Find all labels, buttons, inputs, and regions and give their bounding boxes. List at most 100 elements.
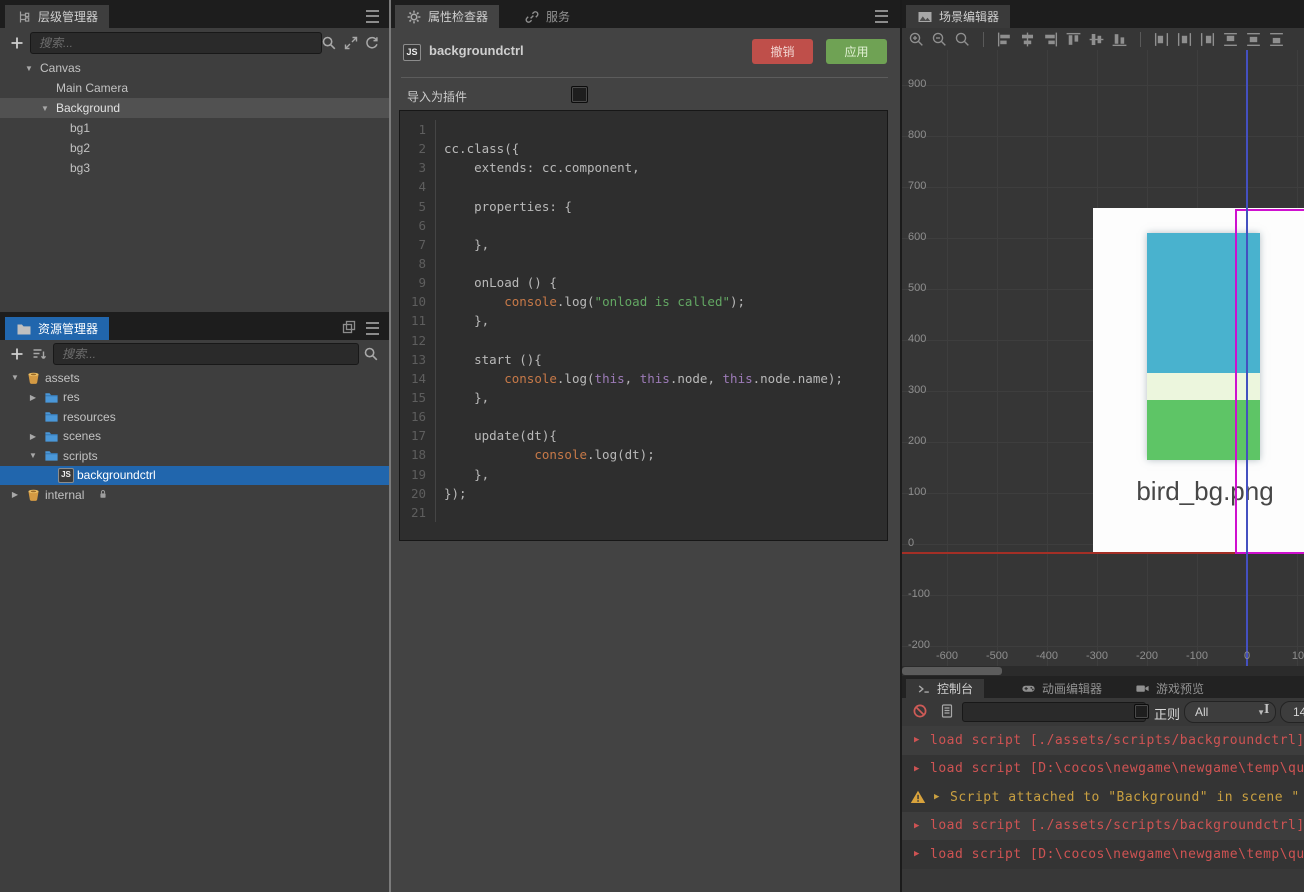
code-text: }, bbox=[436, 388, 489, 407]
asset-node-resources[interactable]: resources bbox=[0, 407, 389, 427]
tree-expand-icon[interactable]: ▶ bbox=[28, 393, 38, 402]
hierarchy-search-input[interactable] bbox=[30, 32, 322, 54]
align-bottom-icon[interactable] bbox=[1111, 31, 1128, 48]
tab-inspector[interactable]: 属性检查器 bbox=[395, 5, 499, 28]
hierarchy-node-bg1[interactable]: bg1 bbox=[0, 118, 389, 138]
log-expand-icon[interactable]: ▶ bbox=[914, 821, 920, 831]
console-filter-input[interactable] bbox=[962, 702, 1146, 722]
collapse-log-icon[interactable] bbox=[939, 703, 955, 719]
align-right-icon[interactable] bbox=[1042, 31, 1059, 48]
dist-center-v-icon[interactable] bbox=[1245, 31, 1262, 48]
tree-collapse-icon[interactable]: ▼ bbox=[28, 451, 38, 460]
log-expand-icon[interactable]: ▶ bbox=[914, 849, 920, 859]
code-line: 12 bbox=[400, 331, 887, 350]
popout-icon[interactable] bbox=[341, 319, 357, 335]
inspector-menu-icon[interactable] bbox=[875, 10, 888, 23]
dist-left-icon[interactable] bbox=[1153, 31, 1170, 48]
hierarchy-menu-icon[interactable] bbox=[366, 10, 379, 23]
zoom-one-icon[interactable] bbox=[954, 31, 971, 48]
tab-scene[interactable]: 场景编辑器 bbox=[906, 5, 1010, 28]
tab-hierarchy[interactable]: 层级管理器 bbox=[5, 5, 109, 28]
zoom-in-icon[interactable] bbox=[908, 31, 925, 48]
dist-top-icon[interactable] bbox=[1222, 31, 1239, 48]
log-expand-icon[interactable]: ▶ bbox=[914, 735, 920, 745]
code-line: 8 bbox=[400, 254, 887, 273]
import-as-plugin-checkbox[interactable] bbox=[571, 86, 588, 103]
tab-service[interactable]: 服务 bbox=[513, 5, 581, 28]
console-log-row[interactable]: ▶load script [D:\cocos\newgame\newgame\t… bbox=[902, 840, 1304, 869]
inspector-tabbar: 属性检查器 服务 bbox=[391, 0, 900, 28]
font-size-field[interactable]: 14 bbox=[1280, 701, 1304, 723]
toolbar-separator bbox=[983, 32, 984, 47]
asset-node-backgroundctrl[interactable]: JSbackgroundctrl bbox=[0, 466, 389, 486]
tab-animation-editor[interactable]: 动画编辑器 bbox=[1010, 679, 1113, 698]
hierarchy-node-main-camera[interactable]: Main Camera bbox=[0, 78, 389, 98]
align-center-v-icon[interactable] bbox=[1088, 31, 1105, 48]
hierarchy-node-canvas[interactable]: ▼Canvas bbox=[0, 58, 389, 78]
line-number: 21 bbox=[400, 503, 436, 522]
dist-center-h-icon[interactable] bbox=[1176, 31, 1193, 48]
dist-right-icon[interactable] bbox=[1199, 31, 1216, 48]
assets-menu-icon[interactable] bbox=[366, 322, 379, 335]
log-level-dropdown[interactable]: All ▼ bbox=[1184, 701, 1276, 723]
code-line: 10 console.log("onload is called"); bbox=[400, 292, 887, 311]
asset-node-assets[interactable]: ▼assets bbox=[0, 368, 389, 388]
create-asset-button[interactable] bbox=[9, 346, 25, 362]
scene-viewport[interactable]: bird_bg.png 9008007006005004003002001000… bbox=[902, 50, 1304, 666]
code-line: 14 console.log(this, this.node, this.nod… bbox=[400, 369, 887, 388]
code-line: 13 start (){ bbox=[400, 350, 887, 369]
asset-node-scenes[interactable]: ▶scenes bbox=[0, 427, 389, 447]
code-editor[interactable]: 12cc.class({3 extends: cc.component,45 p… bbox=[399, 110, 888, 541]
align-center-h-icon[interactable] bbox=[1019, 31, 1036, 48]
log-expand-icon[interactable]: ▶ bbox=[934, 792, 940, 802]
code-text bbox=[436, 407, 444, 426]
align-left-icon[interactable] bbox=[996, 31, 1013, 48]
tree-collapse-icon[interactable]: ▼ bbox=[40, 104, 50, 113]
hierarchy-node-bg2[interactable]: bg2 bbox=[0, 138, 389, 158]
undo-button[interactable]: 撤销 bbox=[752, 39, 813, 64]
y-axis-line bbox=[1246, 50, 1248, 666]
dist-bottom-icon[interactable] bbox=[1268, 31, 1285, 48]
tree-collapse-icon[interactable]: ▼ bbox=[10, 373, 20, 382]
asset-node-scripts[interactable]: ▼scripts bbox=[0, 446, 389, 466]
ruler-x-label: -100 bbox=[1186, 650, 1208, 662]
tab-game-preview[interactable]: 游戏预览 bbox=[1124, 679, 1215, 698]
assets-search-input[interactable] bbox=[53, 343, 359, 365]
code-text: }, bbox=[436, 465, 489, 484]
create-node-button[interactable] bbox=[9, 35, 25, 51]
hierarchy-node-bg3[interactable]: bg3 bbox=[0, 158, 389, 178]
refresh-icon[interactable] bbox=[364, 35, 380, 51]
regex-checkbox[interactable] bbox=[1134, 704, 1149, 719]
hierarchy-node-background[interactable]: ▼Background bbox=[0, 98, 389, 118]
tree-expand-icon[interactable]: ▶ bbox=[28, 432, 38, 441]
console-log-row[interactable]: ▶load script [./assets/scripts/backgroun… bbox=[902, 726, 1304, 755]
toolbar-separator bbox=[1140, 32, 1141, 47]
console-warn-row[interactable]: ▶Script attached to "Background" in scen… bbox=[902, 783, 1304, 812]
code-token: start (){ bbox=[444, 352, 542, 367]
hierarchy-tree-icon bbox=[16, 9, 32, 25]
hierarchy-search-icon[interactable] bbox=[321, 35, 337, 51]
apply-button[interactable]: 应用 bbox=[826, 39, 887, 64]
asset-node-res[interactable]: ▶res bbox=[0, 388, 389, 408]
assets-search-icon[interactable] bbox=[363, 346, 379, 362]
scene-hscrollbar-thumb[interactable] bbox=[902, 667, 1002, 675]
line-number: 14 bbox=[400, 369, 436, 388]
font-size-icon[interactable]: I bbox=[1264, 702, 1269, 718]
zoom-out-icon[interactable] bbox=[931, 31, 948, 48]
console-log-row[interactable]: ▶load script [./assets/scripts/backgroun… bbox=[902, 812, 1304, 841]
sort-icon[interactable] bbox=[31, 346, 47, 362]
align-top-icon[interactable] bbox=[1065, 31, 1082, 48]
tab-assets[interactable]: 资源管理器 bbox=[5, 317, 109, 340]
log-expand-icon[interactable]: ▶ bbox=[914, 764, 920, 774]
node-label: Main Camera bbox=[56, 81, 128, 95]
ruler-y-label: 0 bbox=[908, 537, 914, 549]
ruler-x-label: -300 bbox=[1086, 650, 1108, 662]
clear-console-icon[interactable] bbox=[912, 703, 928, 719]
tree-collapse-icon[interactable]: ▼ bbox=[24, 64, 34, 73]
expand-all-icon[interactable] bbox=[343, 35, 359, 51]
hierarchy-toolbar bbox=[0, 28, 389, 58]
tree-expand-icon[interactable]: ▶ bbox=[10, 490, 20, 499]
console-log-row[interactable]: ▶load script [D:\cocos\newgame\newgame\t… bbox=[902, 755, 1304, 784]
asset-node-internal[interactable]: ▶internal bbox=[0, 485, 389, 505]
tab-console[interactable]: 控制台 bbox=[906, 679, 984, 698]
